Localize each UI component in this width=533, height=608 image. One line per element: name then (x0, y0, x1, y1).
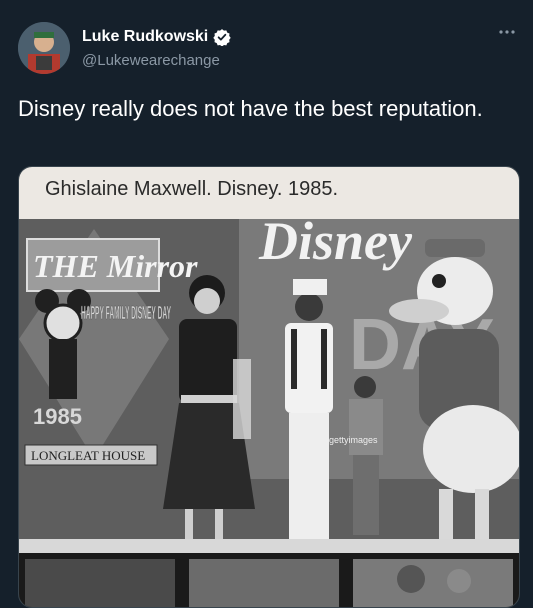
author-handle[interactable]: @Lukewearechange (82, 52, 220, 69)
avatar-image (18, 22, 70, 74)
author-display-name[interactable]: Luke Rudkowski (82, 28, 208, 46)
tweet-media[interactable]: Ghislaine Maxwell. Disney. 1985. Disney … (18, 166, 520, 608)
tweet-header: Luke Rudkowski @Lukewearechange (0, 0, 533, 90)
happy-family-text: HAPPY FAMILY DISNEY DAY (81, 303, 171, 323)
mirror-logo-text: THE Mirror (33, 248, 198, 284)
more-dots-icon[interactable] (497, 24, 517, 40)
verified-badge-icon (213, 28, 231, 47)
author-name-row: Luke Rudkowski (82, 28, 231, 47)
media-caption-band: Ghislaine Maxwell. Disney. 1985. (19, 167, 519, 219)
avatar[interactable] (18, 22, 70, 74)
media-caption: Ghislaine Maxwell. Disney. 1985. (45, 178, 339, 200)
disney-logo-text: Disney (258, 219, 413, 271)
media-photo: Disney DAY THE Mirror HAPPY FAMILY DISNE… (19, 219, 519, 607)
longleat-house-text: LONGLEAT HOUSE (31, 448, 145, 463)
year-text: 1985 (33, 404, 82, 429)
tweet-text: Disney really does not have the best rep… (18, 96, 483, 121)
getty-watermark-text: gettyimages (329, 435, 378, 445)
